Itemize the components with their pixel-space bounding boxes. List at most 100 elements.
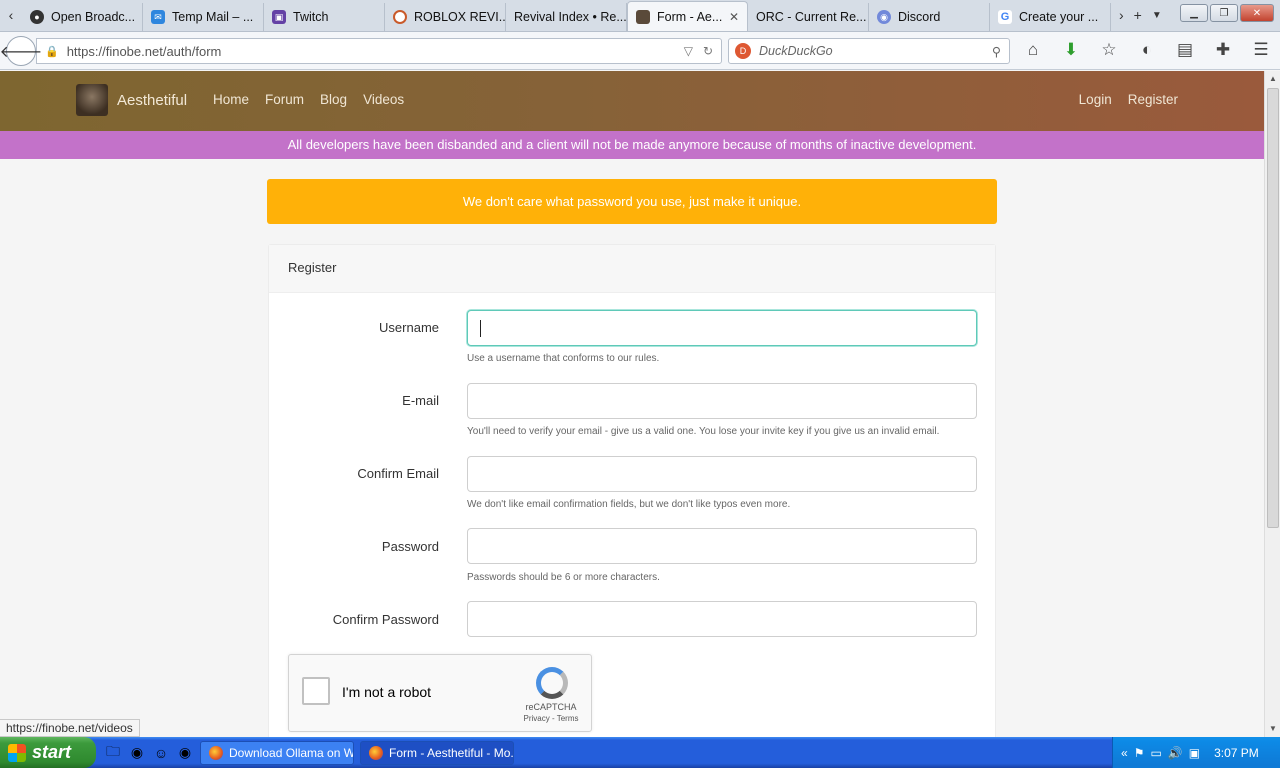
tabs-scroll-left-button[interactable]: ‹ <box>0 0 22 31</box>
download-icon[interactable]: ⬇ <box>1060 40 1082 60</box>
taskbar: start 🗀 ◉ ☺ ◉ Download Ollama on W... Fo… <box>0 737 1280 768</box>
firefox-icon <box>369 745 383 760</box>
nav-blog-link[interactable]: Blog <box>320 92 347 107</box>
tabs-scroll-right-button[interactable]: › <box>1119 7 1124 23</box>
network-icon[interactable]: ▭ <box>1150 746 1161 760</box>
recaptcha-brand: reCAPTCHA <box>525 702 577 712</box>
brand[interactable]: Aesthetiful <box>76 84 187 116</box>
text-caret <box>480 320 481 337</box>
scroll-up-icon[interactable]: ▲ <box>1265 71 1280 87</box>
discord-icon: ◉ <box>877 10 891 24</box>
password-alert: We don't care what password you use, jus… <box>267 179 997 224</box>
restore-icon[interactable]: ❐ <box>1210 4 1238 22</box>
back-arrow-icon: 🡐 <box>0 43 43 61</box>
bookmark-star-icon[interactable]: ☆ <box>1098 40 1120 60</box>
page-scrollbar[interactable]: ▲ ▼ <box>1264 71 1280 737</box>
tab-roblox-revival[interactable]: ROBLOX REVI... <box>385 3 506 31</box>
lock-icon: 🔒 <box>45 45 59 58</box>
search-input[interactable]: D DuckDuckGo ⚲ <box>728 38 1010 64</box>
obs-icon: ● <box>30 10 44 24</box>
volume-icon[interactable]: 🔊 <box>1168 746 1183 760</box>
reload-icon[interactable]: ↻ <box>703 44 713 58</box>
flag-icon[interactable]: ⚑ <box>1134 746 1145 760</box>
register-link[interactable]: Register <box>1128 92 1178 107</box>
home-icon[interactable]: ⌂ <box>1022 40 1044 60</box>
windows-flag-icon <box>8 743 26 762</box>
confirm-email-label: Confirm Email <box>357 466 439 481</box>
status-url: https://finobe.net/videos <box>0 719 140 737</box>
nav-toolbar: 🔒 https://finobe.net/auth/form ▽ ↻ 🡐 D Du… <box>0 32 1280 70</box>
close-tab-icon[interactable]: ✕ <box>729 10 739 24</box>
start-button[interactable]: start <box>0 737 96 768</box>
duckduckgo-icon: D <box>735 43 751 59</box>
login-link[interactable]: Login <box>1079 92 1112 107</box>
sync-icon[interactable]: ◐ <box>1136 40 1158 60</box>
tab-revival-index[interactable]: Revival Index • Re... <box>506 3 627 31</box>
system-tray: « ⚑ ▭ 🔊 ▣ 3:07 PM <box>1112 737 1280 768</box>
username-help: Use a username that conforms to our rule… <box>467 353 660 364</box>
recaptcha-logo-icon <box>536 667 568 699</box>
nav-videos-link[interactable]: Videos <box>363 92 404 107</box>
tab-strip: ‹ ● Open Broadc... ✉ Temp Mail – ... ▣ Twit… <box>0 0 1280 32</box>
password-help: Passwords should be 6 or more characters… <box>467 572 660 583</box>
addons-icon[interactable]: ✚ <box>1212 40 1234 60</box>
firefox-quick-icon[interactable]: ◉ <box>128 744 146 762</box>
roblox-icon <box>393 10 407 24</box>
messenger-icon[interactable]: ☺ <box>152 744 170 762</box>
password-label: Password <box>381 539 439 554</box>
register-card: Register Username Use a username that co… <box>268 244 996 737</box>
tab-list-chevron-icon[interactable]: ▼ <box>1152 10 1162 21</box>
email-help: You'll need to verify your email - give … <box>467 426 940 437</box>
confirm-password-label: Confirm Password <box>332 612 439 627</box>
tab-obs[interactable]: ● Open Broadc... <box>22 3 143 31</box>
recaptcha-links[interactable]: Privacy - Terms <box>521 714 581 723</box>
tray-expand-icon[interactable]: « <box>1121 746 1128 760</box>
clock[interactable]: 3:07 PM <box>1214 746 1259 760</box>
task-form-aesthetiful[interactable]: Form - Aesthetiful - Mo... <box>360 740 514 765</box>
tab-google[interactable]: G Create your ... <box>990 3 1111 31</box>
task-download-ollama[interactable]: Download Ollama on W... <box>200 740 354 765</box>
url-bar[interactable]: 🔒 https://finobe.net/auth/form ▽ ↻ <box>36 38 722 64</box>
web-page: Aesthetiful Home Forum Blog Videos Login… <box>0 71 1264 737</box>
recaptcha-label: I'm not a robot <box>342 684 432 700</box>
tempmail-icon: ✉ <box>151 10 165 24</box>
tab-orc[interactable]: ORC - Current Re... <box>748 3 869 31</box>
recaptcha-widget: I'm not a robot reCAPTCHA Privacy - Term… <box>288 654 592 732</box>
site-logo <box>76 84 108 116</box>
url-dropdown-icon[interactable]: ▽ <box>684 44 693 58</box>
email-label: E-mail <box>402 393 439 408</box>
new-tab-icon[interactable]: + <box>1134 7 1142 23</box>
confirm-email-field[interactable] <box>467 456 977 492</box>
search-icon[interactable]: ⚲ <box>992 44 1001 59</box>
firefox-quick-icon-2[interactable]: ◉ <box>176 744 194 762</box>
password-field[interactable] <box>467 528 977 564</box>
nav-forum-link[interactable]: Forum <box>265 92 304 107</box>
tab-form-aesthetiful[interactable]: Form - Ae... ✕ <box>627 1 748 31</box>
confirm-email-help: We don't like email confirmation fields,… <box>467 499 791 510</box>
scroll-down-icon[interactable]: ▼ <box>1265 721 1280 737</box>
tab-discord[interactable]: ◉ Discord <box>869 3 990 31</box>
confirm-password-field[interactable] <box>467 601 977 637</box>
username-field[interactable] <box>467 310 977 346</box>
firefox-icon <box>209 745 223 760</box>
tab-twitch[interactable]: ▣ Twitch <box>264 3 385 31</box>
back-button[interactable]: 🡐 <box>0 36 42 66</box>
explorer-icon[interactable]: 🗀 <box>104 743 122 762</box>
recaptcha-checkbox[interactable] <box>302 677 330 705</box>
search-placeholder: DuckDuckGo <box>759 44 833 58</box>
tab-temp-mail[interactable]: ✉ Temp Mail – ... <box>143 3 264 31</box>
display-icon[interactable]: ▣ <box>1189 746 1200 760</box>
twitch-icon: ▣ <box>272 10 286 24</box>
reader-icon[interactable]: ▤ <box>1174 40 1196 60</box>
brand-name: Aesthetiful <box>117 91 188 109</box>
minimize-icon[interactable]: ▁ <box>1180 4 1208 22</box>
card-title: Register <box>269 245 995 293</box>
email-field[interactable] <box>467 383 977 419</box>
site-icon <box>636 9 650 24</box>
scroll-thumb[interactable] <box>1267 88 1279 528</box>
google-icon: G <box>998 10 1012 24</box>
close-window-icon[interactable]: ✕ <box>1240 4 1274 22</box>
menu-icon[interactable]: ☰ <box>1250 40 1272 60</box>
nav-home-link[interactable]: Home <box>213 92 249 107</box>
url-text: https://finobe.net/auth/form <box>66 43 222 59</box>
